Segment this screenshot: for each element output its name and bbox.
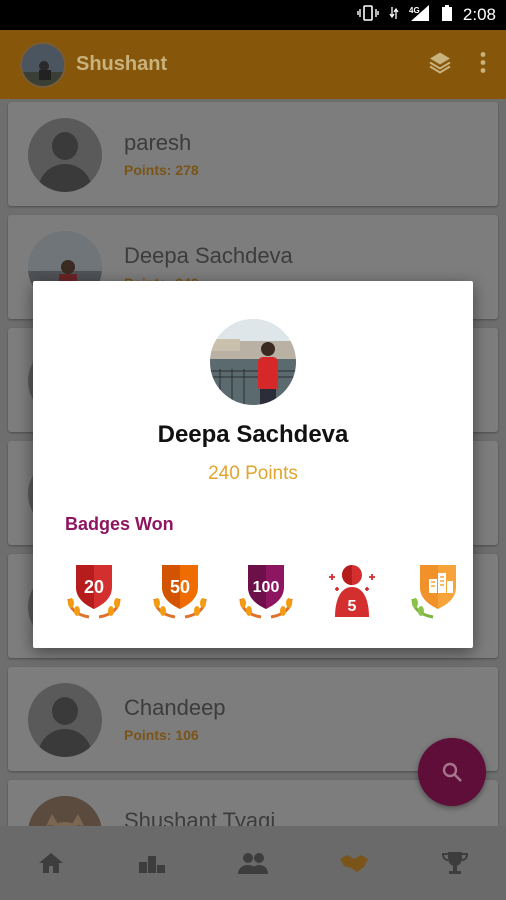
profile-dialog: Deepa Sachdeva 240 Points Badges Won 20 [33,281,473,648]
leaderboard-icon [138,856,165,873]
handshake-icon [340,855,369,872]
badge-label: 50 [170,577,190,597]
list-item-name: paresh [124,130,192,155]
app-bar-actions [428,50,486,79]
badge-50-icon[interactable]: 50 [147,559,213,625]
status-bar: 4G 2:08 [0,0,506,30]
battery-icon [441,4,453,27]
badge-100-icon[interactable]: 100 [233,559,299,625]
more-vert-icon[interactable] [480,50,486,79]
badge-person-5-icon[interactable]: 5 [319,559,385,625]
home-icon [38,853,63,873]
bottom-navigation [0,826,506,900]
badges-won-heading: Badges Won [65,514,174,534]
dialog-avatar [210,319,296,405]
badge-20-icon[interactable]: 20 [61,559,127,625]
screen: 4G 2:08 Shushant paresh Points: 278 Deep… [0,0,506,900]
dialog-user-points: 240 Points [208,463,298,484]
list-item-name: Chandeep [124,695,226,720]
network-label: 4G [409,6,420,15]
signal-4g-icon: 4G [409,4,431,27]
list-item-name: Deepa Sachdeva [124,243,293,268]
profile-avatar[interactable] [20,41,66,88]
avatar-photo-icon [210,319,296,405]
app-bar: Shushant [0,30,506,99]
badge-label: 20 [84,577,104,597]
avatar-placeholder-icon [28,118,102,192]
nav-trophy[interactable] [425,833,485,893]
avatar-placeholder-icon [28,683,102,757]
avatar-photo-icon [22,43,64,86]
badge-label: 5 [348,598,357,615]
status-time: 2:08 [462,5,496,24]
search-icon [442,762,462,782]
vibrate-icon [357,4,379,26]
badge-building-icon[interactable] [405,559,457,625]
layers-icon[interactable] [428,50,452,79]
trophy-icon [442,852,469,874]
list-item-points: Points: 106 [124,727,199,743]
app-bar-title: Shushant [76,53,168,75]
status-icons: 4G 2:08 [357,0,496,30]
nav-people[interactable] [223,833,283,893]
list-item-points: Points: 278 [124,162,199,178]
nav-home[interactable] [21,833,81,893]
nav-leaderboard[interactable] [122,833,182,893]
dialog-user-name: Deepa Sachdeva [157,421,349,448]
people-icon [237,853,268,874]
badges-row: 20 50 100 5 [61,559,457,625]
list-item[interactable]: paresh Points: 278 [8,102,498,206]
data-sync-icon [389,5,399,26]
search-fab-button[interactable] [418,738,486,806]
badge-label: 100 [253,579,280,596]
nav-handshake[interactable] [324,833,384,893]
